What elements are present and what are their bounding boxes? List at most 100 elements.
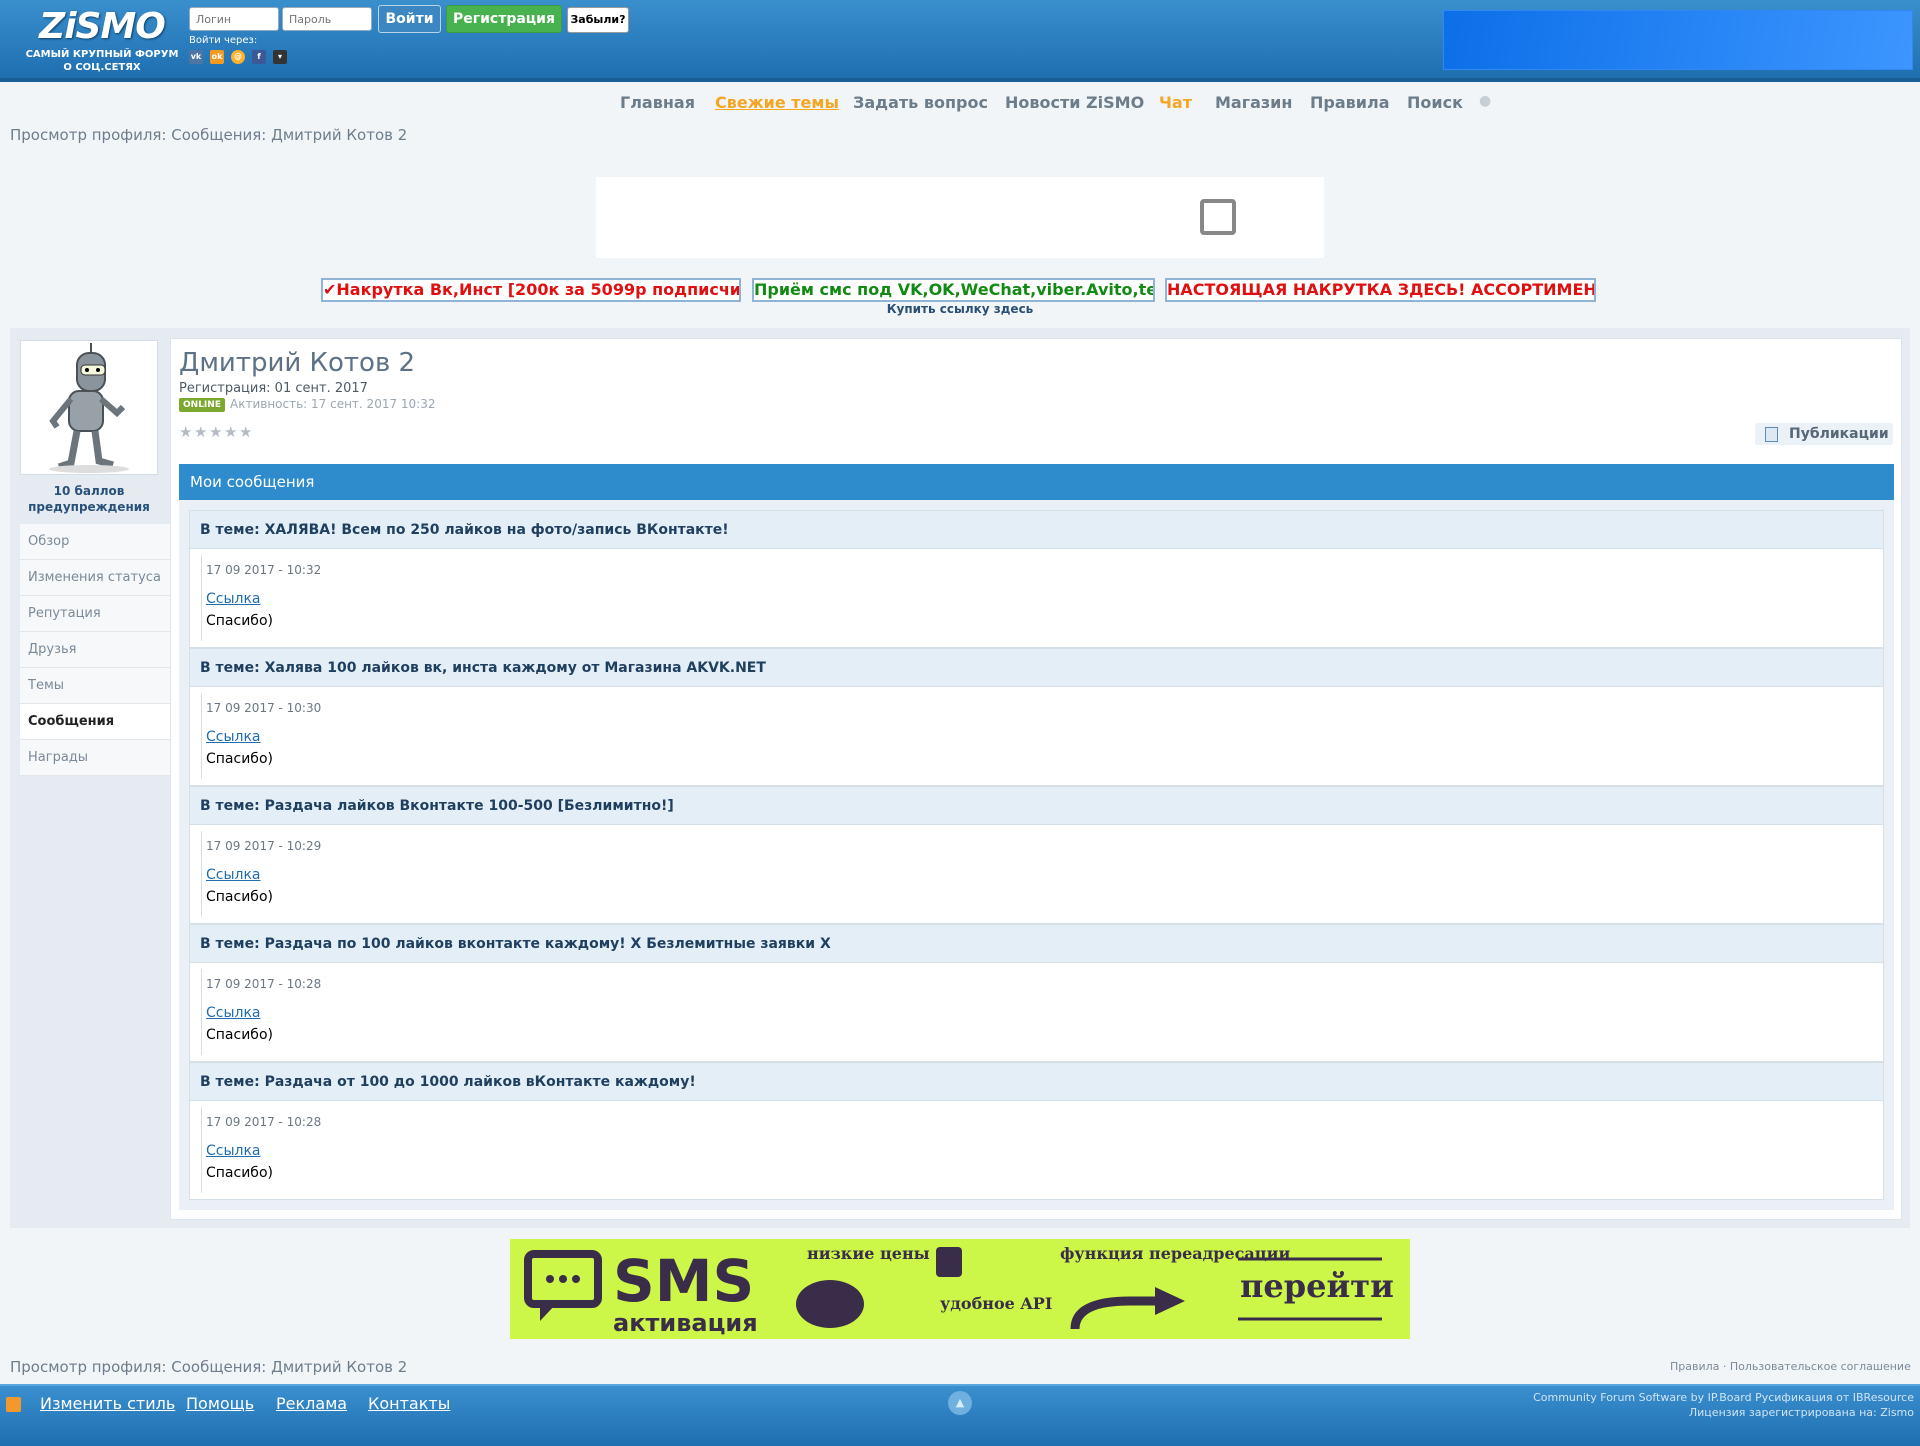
post-text: Спасибо) bbox=[206, 751, 273, 767]
ad-frame-icon bbox=[1200, 199, 1236, 235]
avatar bbox=[20, 340, 158, 475]
back-to-top-icon[interactable]: ▲ bbox=[948, 1391, 972, 1415]
rating-stars[interactable]: ★ ★ ★ ★ ★ bbox=[179, 425, 254, 441]
facebook-icon[interactable]: f bbox=[252, 50, 266, 64]
buy-link[interactable]: Купить ссылку здесь bbox=[0, 302, 1920, 316]
footer-change-style[interactable]: Изменить стиль bbox=[40, 1394, 175, 1413]
star-icon[interactable]: ★ bbox=[179, 425, 194, 440]
breadcrumb-bottom: Просмотр профиля: Сообщения: Дмитрий Кот… bbox=[10, 1358, 408, 1376]
banner-sms-subtitle: активация bbox=[613, 1309, 758, 1337]
footer-advertising[interactable]: Реклама bbox=[276, 1394, 347, 1413]
post-date: 17 09 2017 - 10:28 bbox=[206, 1115, 322, 1129]
nav-news[interactable]: Новости ZiSMO bbox=[1005, 93, 1144, 112]
profile-menu-reputation[interactable]: Репутация bbox=[20, 596, 170, 632]
post-link[interactable]: Ссылка bbox=[206, 1143, 261, 1159]
banner-sms-title: SMS bbox=[613, 1247, 754, 1315]
footer-contacts[interactable]: Контакты bbox=[368, 1394, 450, 1413]
copyright: Community Forum Software by IP.Board Рус… bbox=[1533, 1390, 1914, 1420]
nav-chat[interactable]: Чат bbox=[1159, 93, 1192, 112]
copyright-line2: Лицензия зарегистрирована на: Zismo bbox=[1688, 1406, 1914, 1419]
profile-menu-messages[interactable]: Сообщения bbox=[20, 704, 170, 740]
logo-slogan-line2: О СОЦ.СЕТЯХ bbox=[63, 62, 141, 73]
profile-menu: Обзор Изменения статуса Репутация Друзья… bbox=[20, 524, 170, 776]
nav-ask-question[interactable]: Задать вопрос bbox=[853, 93, 988, 112]
password-input[interactable] bbox=[282, 7, 372, 31]
post-date: 17 09 2017 - 10:28 bbox=[206, 977, 322, 991]
vk-icon[interactable]: vk bbox=[189, 50, 203, 64]
post-text: Спасибо) bbox=[206, 1165, 273, 1181]
nav-shop[interactable]: Магазин bbox=[1215, 93, 1292, 112]
odnoklassniki-icon[interactable]: ok bbox=[210, 50, 224, 64]
star-icon[interactable]: ★ bbox=[239, 425, 254, 440]
login-input[interactable] bbox=[189, 7, 279, 31]
nav-home[interactable]: Главная bbox=[620, 93, 695, 112]
post-item: В теме: Халява 100 лайков вк, инста кажд… bbox=[189, 648, 1884, 786]
logo-slogan-line1: САМЫЙ КРУПНЫЙ ФОРУМ bbox=[25, 49, 179, 60]
post-title[interactable]: В теме: ХАЛЯВА! Всем по 250 лайков на фо… bbox=[190, 511, 1883, 549]
forgot-password-button[interactable]: Забыли? bbox=[567, 7, 629, 33]
post-link[interactable]: Ссылка bbox=[206, 729, 261, 745]
profile-menu-overview[interactable]: Обзор bbox=[20, 524, 170, 560]
rss-icon[interactable] bbox=[6, 1397, 21, 1412]
post-item: В теме: Раздача от 100 до 1000 лайков вК… bbox=[189, 1062, 1884, 1200]
rules-links[interactable]: Правила · Пользовательское соглашение bbox=[1670, 1360, 1911, 1373]
post-title[interactable]: В теме: Раздача от 100 до 1000 лайков вК… bbox=[190, 1063, 1883, 1101]
warning-points-label: предупреждения bbox=[28, 500, 150, 514]
location-pin-icon[interactable]: ● bbox=[1479, 93, 1491, 109]
link-ad-1[interactable]: ✔Накрутка Вк,Инст [200к за 5099р подписч… bbox=[321, 278, 741, 302]
ad-placeholder bbox=[596, 177, 1324, 258]
copyright-line1: Community Forum Software by IP.Board Рус… bbox=[1533, 1391, 1914, 1404]
profile-menu-awards[interactable]: Награды bbox=[20, 740, 170, 776]
star-icon[interactable]: ★ bbox=[194, 425, 209, 440]
register-button[interactable]: Регистрация bbox=[446, 5, 562, 33]
post-link[interactable]: Ссылка bbox=[206, 1005, 261, 1021]
star-icon[interactable]: ★ bbox=[209, 425, 224, 440]
post-item: В теме: Раздача по 100 лайков вконтакте … bbox=[189, 924, 1884, 1062]
logo-text: ZiSMO bbox=[39, 6, 166, 47]
last-activity: Активность: 17 сент. 2017 10:32 bbox=[230, 397, 436, 411]
login-button[interactable]: Войти bbox=[378, 5, 441, 33]
profile-menu-friends[interactable]: Друзья bbox=[20, 632, 170, 668]
registration-date: Регистрация: 01 сент. 2017 bbox=[179, 381, 368, 396]
banner-feature-api: удобное API bbox=[940, 1294, 1052, 1313]
post-item: В теме: ХАЛЯВА! Всем по 250 лайков на фо… bbox=[189, 510, 1884, 648]
post-text: Спасибо) bbox=[206, 613, 273, 629]
site-logo[interactable]: ZiSMO САМЫЙ КРУПНЫЙ ФОРУМ О СОЦ.СЕТЯХ bbox=[22, 4, 182, 80]
link-ad-2[interactable]: Приём смс под VK,OK,WeChat,viber.Avito,t… bbox=[752, 278, 1155, 302]
post-link[interactable]: Ссылка bbox=[206, 867, 261, 883]
mailru-icon[interactable]: @ bbox=[231, 50, 245, 64]
profile-menu-status-changes[interactable]: Изменения статуса bbox=[20, 560, 170, 596]
post-link[interactable]: Ссылка bbox=[206, 591, 261, 607]
openid-icon[interactable]: ▾ bbox=[273, 50, 287, 64]
footer-help[interactable]: Помощь bbox=[186, 1394, 254, 1413]
star-icon[interactable]: ★ bbox=[224, 425, 239, 440]
nav-search[interactable]: Поиск bbox=[1407, 93, 1463, 112]
post-title[interactable]: В теме: Раздача по 100 лайков вконтакте … bbox=[190, 925, 1883, 963]
publications-button[interactable]: Публикации bbox=[1755, 423, 1893, 445]
post-item: В теме: Раздача лайков Вконтакте 100-500… bbox=[189, 786, 1884, 924]
nav-fresh-topics[interactable]: Свежие темы bbox=[715, 93, 839, 112]
profile-menu-topics[interactable]: Темы bbox=[20, 668, 170, 704]
link-ad-3[interactable]: НАСТОЯЩАЯ НАКРУТКА ЗДЕСЬ! АССОРТИМЕНТ! bbox=[1165, 278, 1596, 302]
document-icon bbox=[1765, 427, 1778, 442]
site-footer: Изменить стиль Помощь Реклама Контакты ▲… bbox=[0, 1384, 1920, 1446]
sms-activation-banner[interactable]: SMS активация низкие цены удобное API фу… bbox=[510, 1239, 1410, 1339]
post-text: Спасибо) bbox=[206, 889, 273, 905]
warning-points-value: 10 баллов bbox=[53, 484, 125, 498]
main-nav: Главная Свежие темы Задать вопрос Новост… bbox=[0, 86, 1920, 118]
messages-list: В теме: ХАЛЯВА! Всем по 250 лайков на фо… bbox=[179, 500, 1894, 1210]
post-title[interactable]: В теме: Раздача лайков Вконтакте 100-500… bbox=[190, 787, 1883, 825]
warning-points[interactable]: 10 баллов предупреждения bbox=[20, 483, 158, 515]
profile-name: Дмитрий Котов 2 bbox=[179, 348, 416, 378]
banner-cta: перейти bbox=[1240, 1267, 1394, 1305]
post-date: 17 09 2017 - 10:32 bbox=[206, 563, 322, 577]
social-login-label: Войти через: bbox=[189, 35, 258, 46]
site-header: ZiSMO САМЫЙ КРУПНЫЙ ФОРУМ О СОЦ.СЕТЯХ Во… bbox=[0, 0, 1920, 82]
post-date: 17 09 2017 - 10:29 bbox=[206, 839, 322, 853]
post-text: Спасибо) bbox=[206, 1027, 273, 1043]
banner-feature-price: низкие цены bbox=[807, 1244, 930, 1263]
nav-rules[interactable]: Правила bbox=[1310, 93, 1390, 112]
online-badge: ONLINE bbox=[179, 398, 225, 412]
post-title[interactable]: В теме: Халява 100 лайков вк, инста кажд… bbox=[190, 649, 1883, 687]
header-banner-ad[interactable] bbox=[1443, 10, 1913, 70]
